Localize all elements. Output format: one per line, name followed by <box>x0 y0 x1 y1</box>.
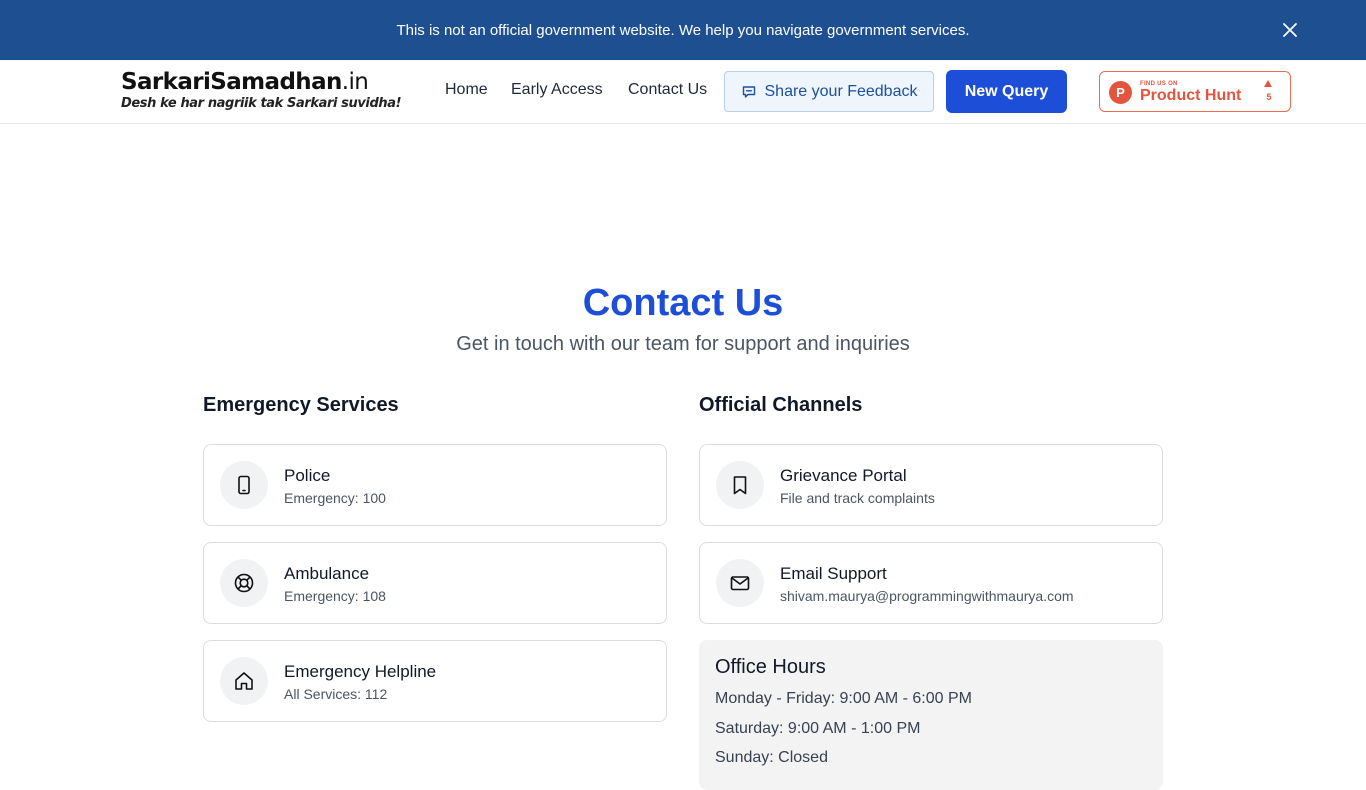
share-feedback-label: Share your Feedback <box>764 82 918 100</box>
page-title: Contact Us <box>582 282 784 324</box>
ambulance-card[interactable]: Ambulance Emergency: 108 <box>203 542 667 624</box>
upvote-count: 5 <box>1266 92 1272 102</box>
office-hours-weekdays: Monday - Friday: 9:00 AM - 6:00 PM <box>715 690 972 707</box>
bookmark-icon <box>716 461 764 509</box>
emergency-services-heading: Emergency Services <box>203 394 399 416</box>
card-title: Police <box>284 466 331 485</box>
share-feedback-button[interactable]: Share your Feedback <box>724 71 934 112</box>
office-hours-title: Office Hours <box>715 656 826 678</box>
nav-contact-link[interactable]: Contact Us <box>628 81 707 99</box>
card-title: Emergency Helpline <box>284 662 437 681</box>
emergency-helpline-card[interactable]: Emergency Helpline All Services: 112 <box>203 640 667 722</box>
office-hours-saturday: Saturday: 9:00 AM - 1:00 PM <box>715 720 921 737</box>
home-icon <box>220 657 268 705</box>
banner-text: This is not an official government websi… <box>396 21 970 39</box>
logo-wordmark: SarkariSamadhan.in <box>121 69 369 95</box>
nav-home-link[interactable]: Home <box>445 81 488 99</box>
card-subtitle: Emergency: 100 <box>284 490 386 506</box>
page-subtitle: Get in touch with our team for support a… <box>456 333 910 355</box>
card-title: Ambulance <box>284 564 370 583</box>
police-card[interactable]: Police Emergency: 100 <box>203 444 667 526</box>
card-title: Grievance Portal <box>780 466 907 485</box>
email-address[interactable]: shivam.maurya@programmingwithmaurya.com <box>780 588 1074 604</box>
mail-icon <box>716 559 764 607</box>
site-logo[interactable]: SarkariSamadhan.in Desh ke har nagriik t… <box>121 68 402 116</box>
upvote-arrow-icon <box>1264 80 1272 87</box>
phone-icon <box>220 461 268 509</box>
card-subtitle: All Services: 112 <box>284 686 388 702</box>
product-hunt-logo-icon: P <box>1109 81 1132 104</box>
card-subtitle: File and track complaints <box>780 490 935 506</box>
close-icon[interactable] <box>1280 20 1300 40</box>
official-channels-heading: Official Channels <box>699 394 863 416</box>
message-icon <box>742 85 755 98</box>
disclaimer-banner: This is not an official government websi… <box>0 0 1366 60</box>
card-title: Email Support <box>780 564 887 583</box>
grievance-portal-card[interactable]: Grievance Portal File and track complain… <box>699 444 1163 526</box>
logo-tagline: Desh ke har nagriik tak Sarkari suvidha! <box>121 96 402 111</box>
product-hunt-name: Product Hunt <box>1140 87 1242 104</box>
office-hours-sunday: Sunday: Closed <box>715 749 828 766</box>
nav-early-access-link[interactable]: Early Access <box>511 81 603 99</box>
lifebuoy-icon <box>220 559 268 607</box>
product-hunt-badge[interactable]: P FIND US ON Product Hunt 5 <box>1099 71 1291 112</box>
card-subtitle: Emergency: 108 <box>284 588 386 604</box>
new-query-button[interactable]: New Query <box>946 70 1067 113</box>
navbar: SarkariSamadhan.in Desh ke har nagriik t… <box>0 60 1366 124</box>
email-support-card[interactable]: Email Support shivam.maurya@programmingw… <box>699 542 1163 624</box>
